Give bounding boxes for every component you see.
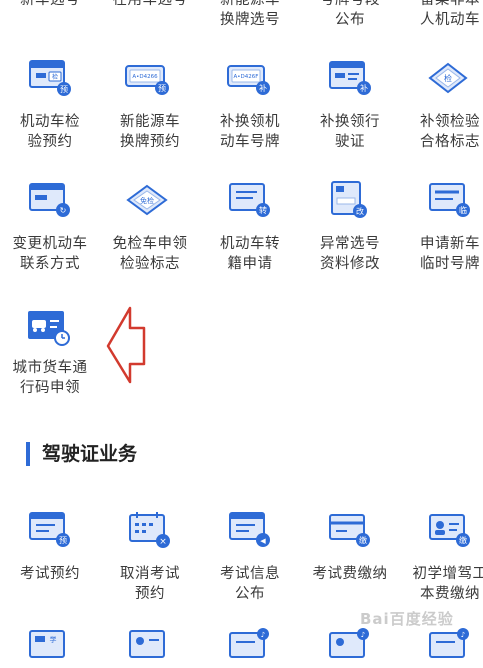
service-label: 补换领机 动车号牌 [220,114,280,150]
exam-appointment-icon: 预 [27,510,73,550]
svg-text:检: 检 [444,73,452,83]
service-label: 新能源车 换牌选号 [220,0,280,28]
service-label: 城市货车通 行码申领 [12,360,88,396]
replace-plate-icon: A•D426F 补 [226,58,272,98]
temporary-plate-icon: 临 [427,180,473,220]
learner-card-icon: 学 [27,628,73,668]
service-label: 取消考试 预约 [120,566,180,602]
svg-text:缴: 缴 [459,535,467,545]
svg-text:预: 预 [158,83,166,93]
replace-license-icon: 补 [327,58,373,98]
service-label: 号牌号段 公布 [320,0,380,28]
svg-text:补: 补 [360,83,368,93]
service-label: 补领检验 合格标志 [420,114,480,150]
card-audio-icon: ♪ [427,628,473,668]
cancel-exam-icon: × [127,510,173,550]
change-contact-icon: ↻ [27,180,73,220]
service-label: 异常选号 资料修改 [320,236,380,272]
service-label: 初学增驾工 本费缴纳 [412,566,483,602]
svg-text:A•D426F: A•D426F [234,74,259,80]
service-label: 新车选号 [20,0,80,8]
svg-text:♪: ♪ [361,631,365,639]
inspection-sticker-icon: 检 [428,60,474,100]
learner-fee-icon: 缴 [427,510,473,550]
svg-text:预: 预 [59,535,67,545]
watermark: Bai百度经验 [360,610,454,628]
person-card-icon: ♪ [327,628,373,668]
svg-text:转: 转 [259,205,267,215]
section-title: 驾驶证业务 [26,442,137,466]
service-label: 申请新车 临时号牌 [420,236,480,272]
service-label: 免检车申领 检验标志 [112,236,188,272]
exam-info-icon: ◀ [227,510,273,550]
service-label: 留菜非本 人机动车 [420,0,480,28]
svg-text:临: 临 [459,205,467,215]
new-energy-plate-icon: A•D4266 预 [124,58,170,98]
city-truck-pass-icon [26,308,72,348]
svg-text:↻: ↻ [60,206,67,215]
service-label: 机动车检 验预约 [20,114,80,150]
svg-text:♪: ♪ [261,631,265,639]
svg-text:♪: ♪ [461,631,465,639]
service-label: 考试信息 公布 [220,566,280,602]
service-label: 补换领行 驶证 [320,114,380,150]
service-label: 考试预约 [20,566,80,582]
svg-text:学: 学 [50,635,57,644]
exempt-inspection-icon: 免检 [124,182,170,222]
id-card-audio-icon: ♪ [227,628,273,668]
service-label: 机动车转 籍申请 [220,236,280,272]
exam-fee-icon: 缴 [327,510,373,550]
id-card-icon [127,628,173,668]
service-label: 在用车选号 [112,0,188,8]
svg-text:A•D4266: A•D4266 [132,74,158,80]
svg-text:检: 检 [52,73,58,81]
svg-text:改: 改 [356,206,364,216]
service-label: 考试费缴纳 [312,566,388,582]
svg-text:◀: ◀ [260,537,266,545]
transfer-register-icon: 转 [227,180,273,220]
vehicle-inspection-card-icon: 检预 [27,58,73,98]
service-label: 变更机动车 联系方式 [12,236,88,272]
svg-text:预: 预 [60,84,68,94]
svg-text:×: × [159,537,167,547]
abnormal-plate-edit-icon: 改 [328,180,374,220]
svg-text:补: 补 [259,83,267,93]
svg-text:缴: 缴 [359,535,367,545]
left-arrow-annotation [106,306,146,388]
svg-text:免检: 免检 [140,196,154,205]
service-label: 新能源车 换牌预约 [120,114,180,150]
